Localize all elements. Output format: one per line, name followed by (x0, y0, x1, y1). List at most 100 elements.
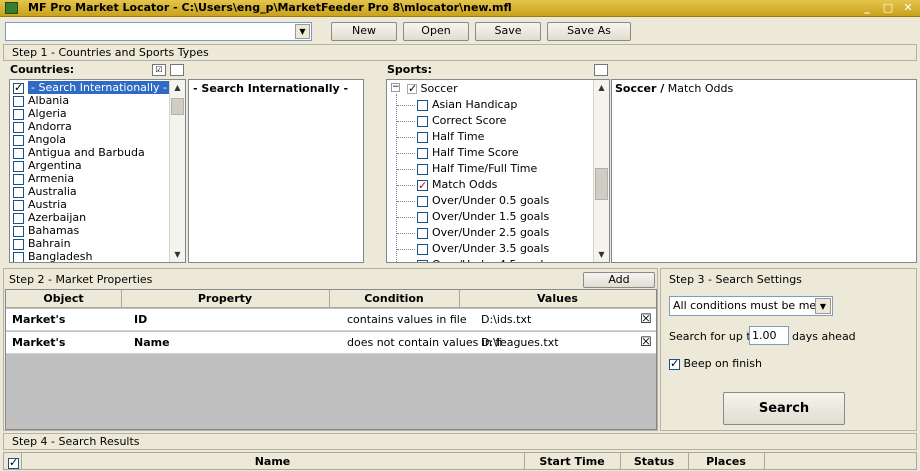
days-input[interactable]: 1.00 (749, 326, 789, 345)
sport-market-checkbox[interactable] (417, 99, 428, 111)
chevron-down-icon[interactable]: ▼ (295, 24, 310, 39)
sport-market-item[interactable]: Over/Under 1.5 goals (397, 209, 549, 225)
country-item[interactable]: Bahamas (10, 224, 185, 237)
col-condition[interactable]: Condition (329, 290, 459, 307)
country-checkbox[interactable] (13, 147, 24, 159)
country-item[interactable]: Austria (10, 198, 185, 211)
country-label: Bahamas (28, 224, 80, 237)
sport-market-item[interactable]: Half Time/Full Time (397, 161, 537, 177)
country-item[interactable]: Azerbaijan (10, 211, 185, 224)
countries-scrollbar[interactable]: ▲ ▼ (169, 80, 185, 262)
country-label: Armenia (28, 172, 75, 185)
check-all-icon[interactable]: ☑ (152, 64, 166, 76)
uncheck-all-sports-icon[interactable] (594, 64, 608, 76)
sport-market-checkbox[interactable] (417, 211, 428, 223)
scroll-up-icon[interactable]: ▲ (170, 80, 185, 95)
country-checkbox[interactable] (13, 199, 24, 211)
sport-market-checkbox[interactable] (417, 115, 428, 127)
close-button[interactable]: ✕ (900, 2, 916, 15)
country-checkbox[interactable] (13, 173, 24, 185)
col-places[interactable]: Places (688, 453, 764, 471)
col-name[interactable]: Name (21, 453, 524, 471)
results-check-all[interactable] (8, 456, 19, 469)
sport-market-item[interactable]: Over/Under 4.5 goals (397, 257, 549, 262)
sport-market-item[interactable]: Over/Under 3.5 goals (397, 241, 549, 257)
scroll-down-icon[interactable]: ▼ (170, 247, 185, 262)
sport-market-item[interactable]: Match Odds (397, 177, 497, 194)
countries-list[interactable]: - Search Internationally -AlbaniaAlgeria… (9, 79, 186, 263)
col-values[interactable]: Values (459, 290, 656, 307)
sport-market-item[interactable]: Half Time Score (397, 145, 519, 161)
country-checkbox[interactable] (13, 81, 24, 94)
scroll-up-icon[interactable]: ▲ (594, 80, 609, 95)
sport-market-item[interactable]: Over/Under 2.5 goals (397, 225, 549, 241)
country-checkbox[interactable] (13, 134, 24, 146)
add-button[interactable]: Add (583, 272, 655, 288)
country-item[interactable]: Albania (10, 94, 185, 107)
sport-market-checkbox[interactable] (417, 243, 428, 255)
collapse-icon[interactable]: − (391, 83, 400, 92)
country-checkbox[interactable] (13, 121, 24, 133)
country-item[interactable]: Argentina (10, 159, 185, 172)
save-button[interactable]: Save (475, 22, 541, 41)
grid-header: Object Property Condition Values (6, 290, 656, 308)
country-checkbox[interactable] (13, 95, 24, 107)
sport-market-checkbox[interactable] (417, 259, 428, 262)
col-status[interactable]: Status (620, 453, 688, 471)
sport-market-item[interactable]: Over/Under 0.5 goals (397, 193, 549, 209)
scroll-down-icon[interactable]: ▼ (594, 247, 609, 262)
scroll-thumb[interactable] (595, 168, 608, 200)
table-row[interactable]: Market's ID contains values in file D:\ids.… (6, 309, 656, 331)
maximize-button[interactable]: □ (880, 2, 896, 15)
col-object[interactable]: Object (6, 290, 121, 307)
save-as-button[interactable]: Save As (547, 22, 631, 41)
file-combo[interactable]: ▼ (5, 22, 312, 41)
delete-row-icon[interactable]: ☒ (640, 332, 652, 354)
country-checkbox[interactable] (13, 160, 24, 172)
beep-option[interactable]: Beep on finish (669, 357, 762, 370)
sport-market-item[interactable]: Asian Handicap (397, 97, 517, 113)
sports-root-checkbox[interactable] (407, 82, 417, 95)
open-button[interactable]: Open (403, 22, 469, 41)
sports-tree[interactable]: − Soccer Asian Handicap Correct Score Half… (386, 79, 610, 263)
country-item[interactable]: Antigua and Barbuda (10, 146, 185, 159)
country-checkbox[interactable] (13, 108, 24, 120)
tree-connector (397, 248, 415, 250)
country-item[interactable]: Angola (10, 133, 185, 146)
properties-grid[interactable]: Object Property Condition Values Market'… (5, 289, 657, 430)
col-property[interactable]: Property (121, 290, 329, 307)
sport-market-checkbox[interactable] (417, 195, 428, 207)
sports-root[interactable]: Soccer (407, 82, 458, 95)
new-button[interactable]: New (331, 22, 397, 41)
country-item[interactable]: - Search Internationally - (10, 81, 185, 94)
sport-market-checkbox[interactable] (417, 147, 428, 159)
country-item[interactable]: Bahrain (10, 237, 185, 250)
country-item[interactable]: Australia (10, 185, 185, 198)
country-item[interactable]: Armenia (10, 172, 185, 185)
country-checkbox[interactable] (13, 212, 24, 224)
conditions-select[interactable]: All conditions must be met ▼ (669, 296, 833, 316)
scroll-thumb[interactable] (171, 98, 184, 115)
country-item[interactable]: Bangladesh (10, 250, 185, 262)
minimize-button[interactable]: _ (859, 2, 875, 15)
col-start-time[interactable]: Start Time (524, 453, 620, 471)
sport-market-checkbox[interactable] (417, 131, 428, 143)
sport-market-checkbox[interactable] (417, 163, 428, 175)
country-checkbox[interactable] (13, 225, 24, 237)
chevron-down-icon[interactable]: ▼ (815, 298, 831, 314)
sport-market-item[interactable]: Correct Score (397, 113, 506, 129)
country-checkbox[interactable] (13, 186, 24, 198)
sport-market-item[interactable]: Half Time (397, 129, 484, 145)
country-checkbox[interactable] (13, 238, 24, 250)
table-row[interactable]: Market's Name does not contain values in f… (6, 332, 656, 354)
sports-scrollbar[interactable]: ▲ ▼ (593, 80, 609, 262)
country-checkbox[interactable] (13, 251, 24, 262)
country-item[interactable]: Andorra (10, 120, 185, 133)
sport-market-checkbox[interactable] (417, 227, 428, 239)
delete-row-icon[interactable]: ☒ (640, 309, 652, 331)
sport-market-checkbox[interactable] (417, 178, 428, 194)
search-button[interactable]: Search (723, 392, 845, 425)
beep-checkbox[interactable] (669, 357, 680, 370)
country-item[interactable]: Algeria (10, 107, 185, 120)
uncheck-all-icon[interactable] (170, 64, 184, 76)
